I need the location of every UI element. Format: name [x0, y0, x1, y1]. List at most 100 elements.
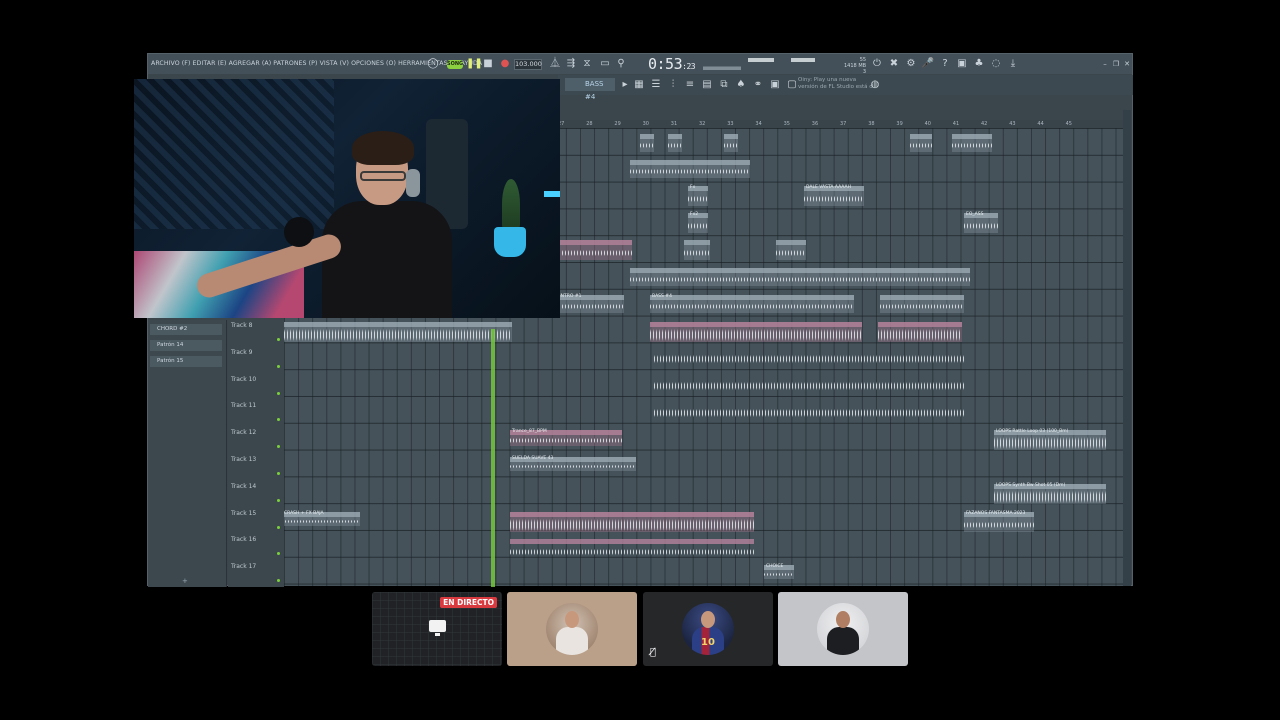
metronome-icon[interactable]: ⏅ [548, 57, 562, 71]
clip[interactable]: CHOICE [764, 564, 794, 579]
track-mute-led[interactable] [277, 364, 280, 368]
clip[interactable]: Trance_87_BPM [510, 429, 622, 446]
participant-tile[interactable] [507, 592, 637, 666]
track-name[interactable]: Track 11 [231, 402, 256, 409]
track-name[interactable]: Track 8 [231, 322, 252, 329]
track-mute-led[interactable] [277, 445, 280, 449]
close-icon[interactable]: ✕ [1120, 57, 1134, 71]
clip[interactable]: BASS #4 [650, 294, 710, 313]
plugin-database-icon[interactable]: ♣ [972, 57, 986, 71]
loop-record-icon[interactable]: ▭ [598, 57, 612, 71]
record-icon[interactable]: ● [498, 57, 512, 71]
track-name[interactable]: Track 10 [231, 376, 256, 383]
template-icon[interactable]: ▣ [768, 78, 782, 92]
track-mute-led[interactable] [277, 525, 280, 529]
glasses [360, 171, 406, 181]
browser-item[interactable]: Patrón 15 [150, 356, 222, 367]
clip[interactable] [650, 322, 862, 342]
clip[interactable]: CRASH + FX BAJA [282, 511, 360, 526]
clip[interactable] [910, 134, 932, 152]
clip[interactable] [724, 134, 738, 152]
track-mute-led[interactable] [277, 338, 280, 341]
channel-rack-icon[interactable]: ☰ [649, 78, 663, 92]
plugin-icon[interactable]: ⚙ [904, 57, 918, 71]
clip[interactable] [510, 512, 754, 532]
wait-icon[interactable]: ⇶ [564, 57, 578, 71]
clip[interactable] [684, 240, 710, 260]
countdown-icon[interactable]: ⧖ [580, 57, 594, 71]
clip[interactable] [880, 295, 964, 313]
clip[interactable]: LOOPS Synth Bw Shot 05 (Dm) [994, 483, 1106, 504]
track-mute-led[interactable] [277, 391, 280, 395]
clip[interactable] [630, 268, 970, 286]
track-mute-led[interactable] [277, 552, 280, 556]
browser-icon[interactable]: ▤ [700, 78, 714, 92]
tempo-display[interactable]: 103.000 [514, 59, 542, 70]
clip[interactable]: FAZANOS FANTASMA 2023 [964, 511, 1034, 532]
clip[interactable] [272, 322, 512, 342]
participant-tile[interactable]: 10 🎙̸ [643, 592, 773, 666]
clip[interactable]: LOOPS Rattle Loop 03 (100_Bm) [994, 429, 1106, 450]
clip-label: BASS #4 [652, 294, 672, 299]
piano-roll-icon[interactable]: ▦ [632, 78, 646, 92]
touch-icon[interactable]: ▢ [785, 78, 799, 92]
clip[interactable] [630, 160, 750, 178]
clip[interactable] [878, 322, 962, 342]
clip[interactable] [510, 539, 754, 559]
browser-item[interactable]: CHORD #2 [150, 324, 222, 335]
stop-icon[interactable]: ■ [481, 57, 495, 71]
clip[interactable]: Fx2 [688, 212, 708, 233]
track-name[interactable]: Track 15 [231, 510, 256, 517]
link-icon[interactable]: ⚭ [751, 78, 765, 92]
clip[interactable]: DALE VASTA AAAAH [804, 185, 864, 206]
clip[interactable]: SUELDA SUAVE 43 [510, 456, 636, 471]
track-name[interactable]: Track 16 [231, 536, 256, 543]
update-icon[interactable]: ◍ [868, 78, 882, 92]
step-edit-icon[interactable]: ⚲ [614, 57, 628, 71]
participant-tile[interactable] [778, 592, 908, 666]
track-mute-led[interactable] [277, 498, 280, 502]
mic-icon[interactable]: 🎤 [921, 57, 935, 71]
power-icon[interactable]: ⏻ [870, 57, 884, 71]
mixer-icon[interactable]: ⫶ [666, 78, 680, 92]
clip[interactable] [640, 134, 654, 152]
tools-icon[interactable]: ✖ [887, 57, 901, 71]
screen-share-tile[interactable]: EN DIRECTO [372, 592, 502, 666]
download-icon[interactable]: ⤓ [1006, 57, 1020, 71]
clip[interactable]: EO_ASS [964, 212, 998, 233]
clip[interactable]: Fx [688, 185, 708, 206]
clip[interactable] [654, 349, 964, 369]
track-mute-led[interactable] [277, 579, 280, 583]
clip[interactable] [654, 403, 964, 423]
track-name[interactable]: Track 14 [231, 483, 256, 490]
time-sub: 23 [686, 62, 696, 71]
playhead[interactable] [491, 329, 495, 587]
clip[interactable] [668, 134, 682, 152]
track-mute-led[interactable] [277, 472, 280, 475]
clip[interactable] [770, 295, 854, 313]
pattern-selector[interactable]: BASS #4 [565, 78, 615, 101]
browser-item[interactable]: Patrón 14 [150, 340, 222, 351]
vertical-scrollbar[interactable] [1123, 110, 1131, 586]
pause-icon[interactable]: ❚❚ [466, 57, 483, 71]
microphone [284, 217, 314, 247]
clip[interactable] [710, 295, 770, 313]
playlist-icon[interactable]: ≡ [683, 78, 697, 92]
song-mode-toggle[interactable]: SONG [447, 60, 463, 69]
chat-icon[interactable]: ◌ [989, 57, 1003, 71]
clip[interactable] [776, 240, 806, 260]
clip[interactable] [952, 134, 992, 152]
plugin-picker-icon[interactable]: ⧉ [717, 78, 731, 92]
help-icon[interactable]: ? [938, 57, 952, 71]
pattern-arrow-icon[interactable]: ▸ [618, 78, 632, 92]
track-name[interactable]: Track 13 [231, 456, 256, 463]
save-icon[interactable]: ▣ [955, 57, 969, 71]
track-name[interactable]: Track 9 [231, 349, 252, 356]
track-mute-led[interactable] [277, 418, 280, 422]
track-name[interactable]: Track 12 [231, 429, 256, 436]
clip[interactable] [654, 376, 964, 396]
audio-record-icon[interactable]: ♠ [734, 78, 748, 92]
add-icon[interactable]: + [182, 577, 188, 585]
magnifier-icon[interactable]: ◯ [426, 57, 440, 71]
track-name[interactable]: Track 17 [231, 563, 256, 570]
